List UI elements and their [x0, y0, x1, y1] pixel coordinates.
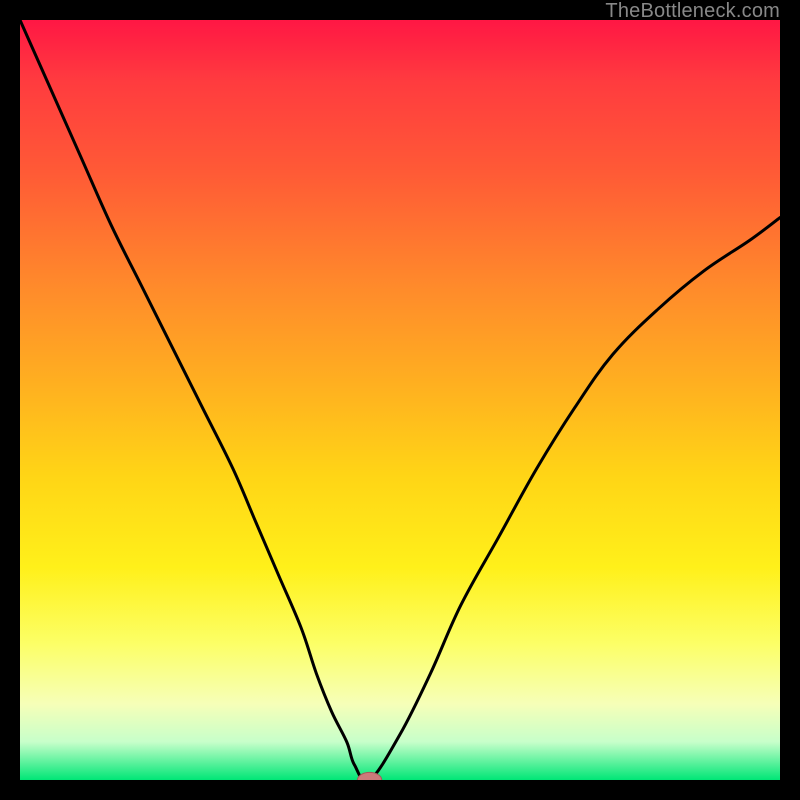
minimum-marker — [357, 772, 381, 780]
bottleneck-curve — [20, 20, 780, 780]
plot-area — [20, 20, 780, 780]
watermark-text: TheBottleneck.com — [605, 0, 780, 23]
chart-svg — [20, 20, 780, 780]
chart-frame: TheBottleneck.com — [0, 0, 800, 800]
